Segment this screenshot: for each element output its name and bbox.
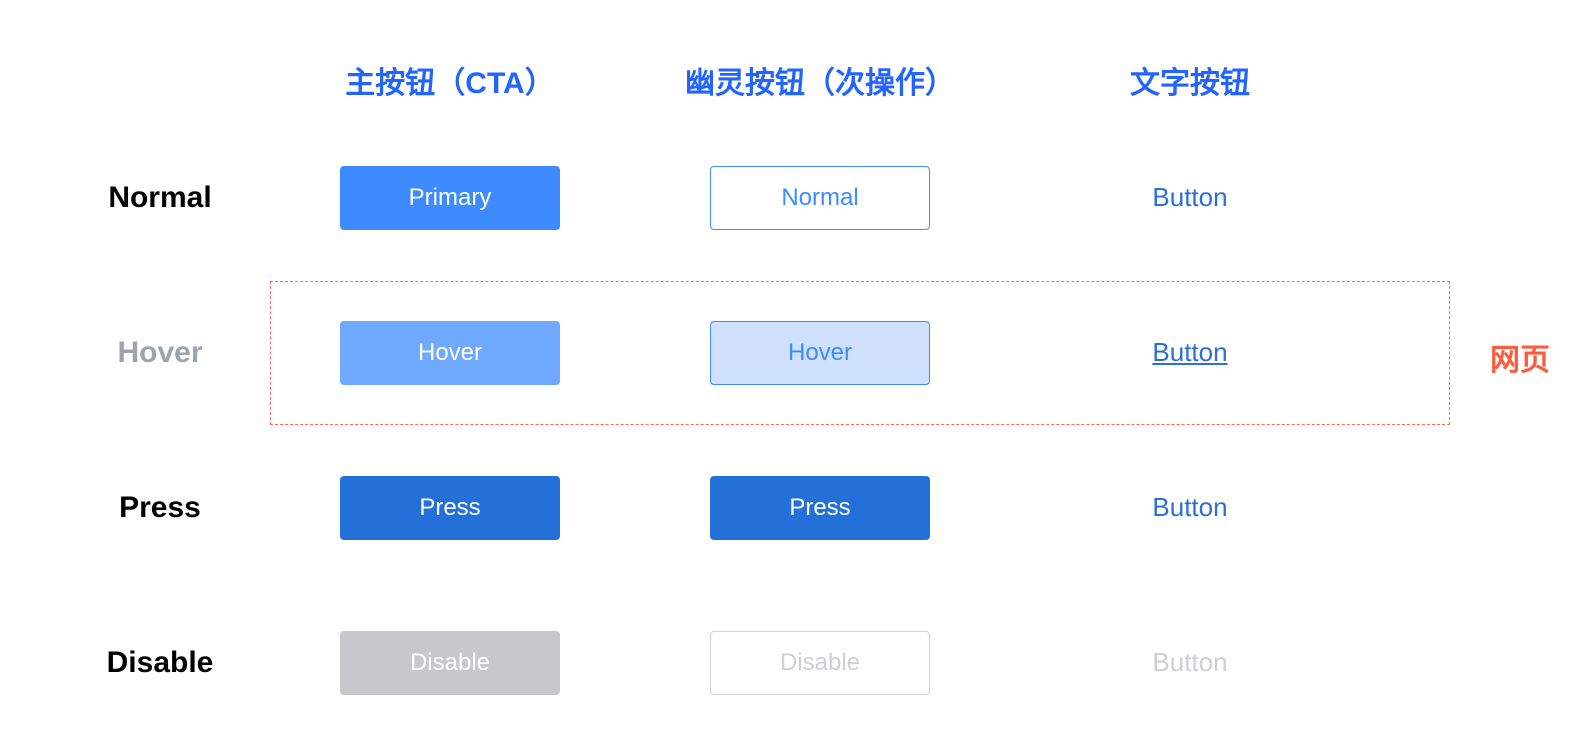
- cell-text-disable: Button: [1030, 647, 1350, 678]
- cell-text-press: Button: [1030, 492, 1350, 523]
- cell-primary-disable: Disable: [290, 631, 610, 695]
- col-header-ghost: 幽灵按钮（次操作）: [610, 58, 1030, 102]
- primary-button-disable: Disable: [340, 631, 560, 695]
- col-header-primary: 主按钮（CTA）: [290, 58, 610, 102]
- cell-primary-hover: Hover: [290, 321, 610, 385]
- text-button-press[interactable]: Button: [1152, 492, 1227, 523]
- row-label-hover: Hover: [30, 336, 290, 370]
- ghost-button-press[interactable]: Press: [710, 476, 930, 540]
- text-button-disable: Button: [1152, 647, 1227, 678]
- annotation-webpage: 网页: [1490, 335, 1550, 379]
- ghost-button-disable: Disable: [710, 631, 930, 695]
- text-button-hover[interactable]: Button: [1152, 337, 1227, 368]
- ghost-button-hover[interactable]: Hover: [710, 321, 930, 385]
- primary-button-hover[interactable]: Hover: [340, 321, 560, 385]
- cell-text-normal: Button: [1030, 182, 1350, 213]
- cell-primary-normal: Primary: [290, 166, 610, 230]
- cell-text-hover: Button: [1030, 337, 1350, 368]
- row-label-press: Press: [30, 491, 290, 525]
- col-header-text: 文字按钮: [1030, 58, 1350, 102]
- cell-ghost-press: Press: [610, 476, 1030, 540]
- cell-primary-press: Press: [290, 476, 610, 540]
- row-label-normal: Normal: [30, 181, 290, 215]
- cell-ghost-disable: Disable: [610, 631, 1030, 695]
- ghost-button-normal[interactable]: Normal: [710, 166, 930, 230]
- row-label-disable: Disable: [30, 646, 290, 680]
- primary-button-press[interactable]: Press: [340, 476, 560, 540]
- cell-ghost-normal: Normal: [610, 166, 1030, 230]
- cell-ghost-hover: Hover: [610, 321, 1030, 385]
- text-button-normal[interactable]: Button: [1152, 182, 1227, 213]
- primary-button-normal[interactable]: Primary: [340, 166, 560, 230]
- button-states-table: 主按钮（CTA） 幽灵按钮（次操作） 文字按钮 Normal Primary N…: [0, 40, 1578, 740]
